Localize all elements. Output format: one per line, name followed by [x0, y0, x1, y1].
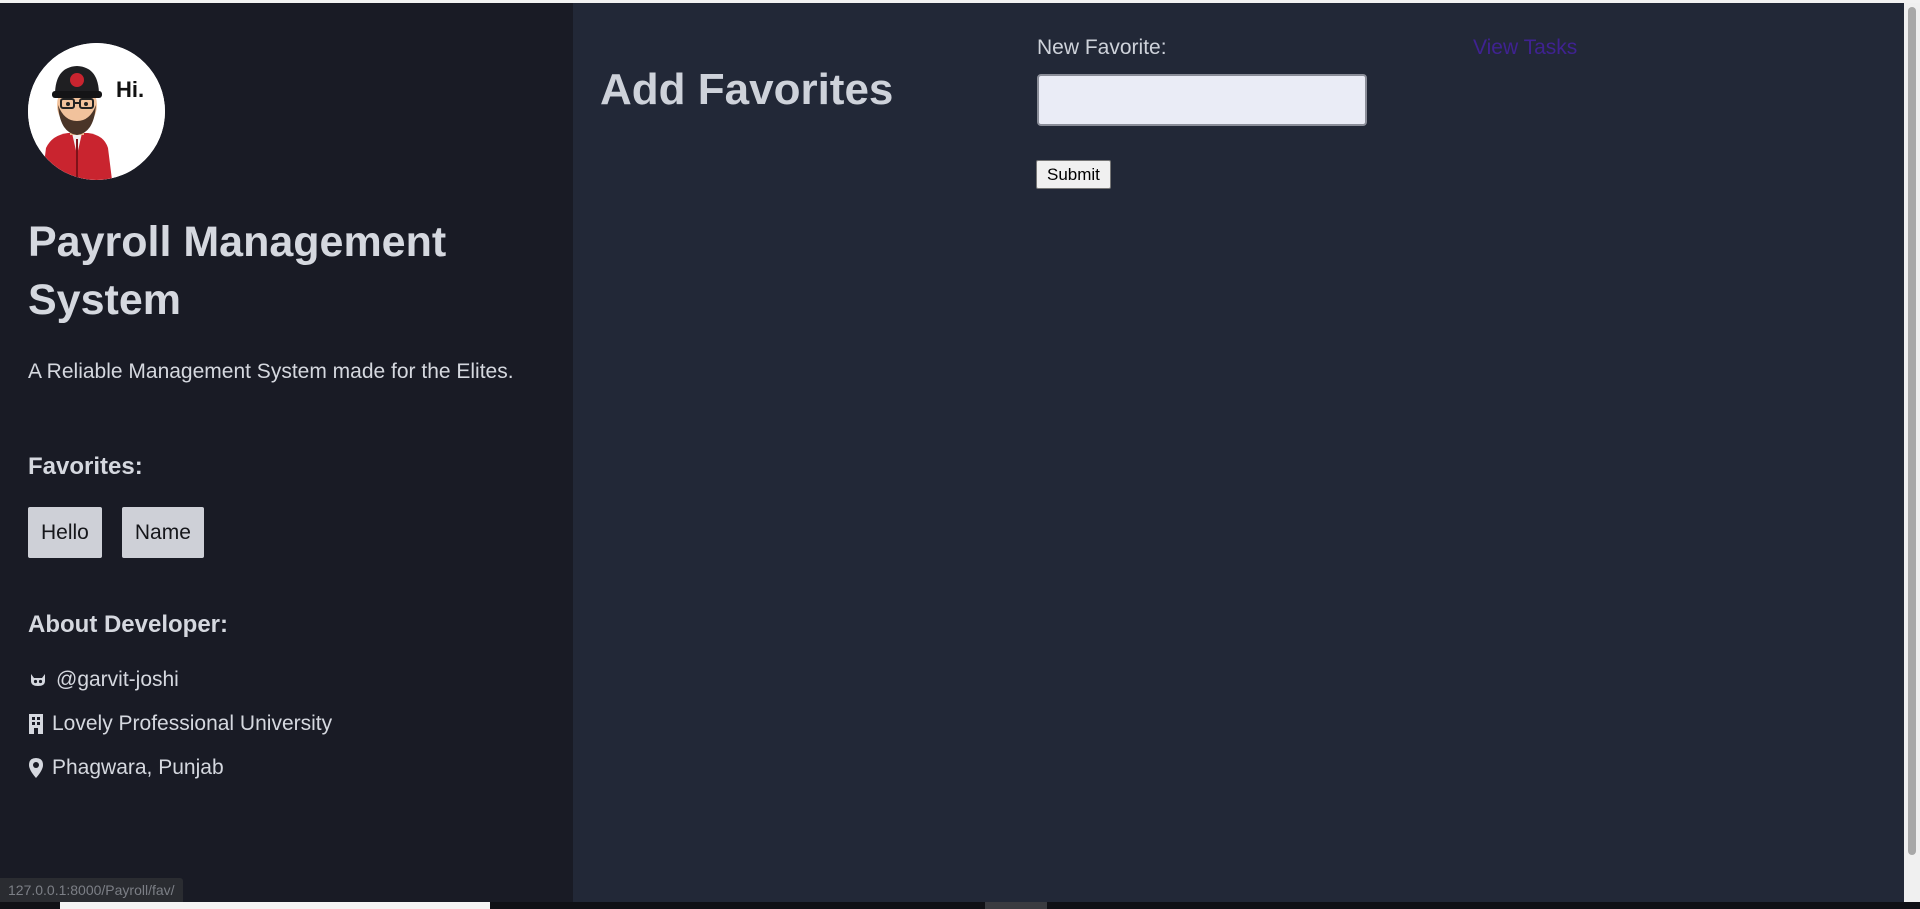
building-icon	[28, 713, 44, 735]
taskbar-segment	[985, 902, 1047, 909]
browser-viewport: Hi. Payroll Management System A Reliable…	[0, 3, 1920, 902]
avatar: Hi.	[28, 43, 165, 180]
about-github[interactable]: @garvit-joshi	[28, 668, 179, 692]
about-developer-heading: About Developer:	[28, 611, 229, 638]
link-status-bar: 127.0.0.1:8000/Payroll/fav/	[0, 878, 183, 902]
map-marker-icon	[28, 757, 44, 779]
university-text: Lovely Professional University	[52, 712, 333, 735]
taskbar-segment	[60, 902, 490, 909]
site-title: Payroll Management System	[28, 218, 447, 324]
location-text: Phagwara, Punjab	[52, 756, 224, 779]
favorites-heading: Favorites:	[28, 453, 143, 480]
about-university: Lovely Professional University	[28, 712, 332, 736]
sidebar: Hi. Payroll Management System A Reliable…	[0, 3, 573, 902]
favorite-chip[interactable]: Hello	[28, 507, 102, 558]
page-title: Add Favorites	[600, 65, 894, 114]
bitmoji-avatar-image	[28, 43, 165, 180]
view-tasks-link[interactable]: View Tasks	[1473, 36, 1577, 60]
favorite-chip[interactable]: Name	[121, 507, 204, 558]
favorites-list: Hello Name	[28, 507, 204, 558]
new-favorite-label: New Favorite:	[1037, 36, 1167, 59]
submit-button[interactable]: Submit	[1036, 160, 1111, 189]
github-icon	[28, 670, 48, 690]
taskbar-strip	[0, 902, 1920, 909]
scrollbar-thumb[interactable]	[1908, 7, 1916, 855]
github-handle: @garvit-joshi	[56, 668, 179, 691]
vertical-scrollbar[interactable]	[1904, 3, 1920, 902]
about-location: Phagwara, Punjab	[28, 756, 224, 780]
avatar-greeting: Hi.	[116, 77, 145, 102]
site-tagline: A Reliable Management System made for th…	[28, 360, 514, 383]
new-favorite-input[interactable]	[1037, 74, 1367, 126]
